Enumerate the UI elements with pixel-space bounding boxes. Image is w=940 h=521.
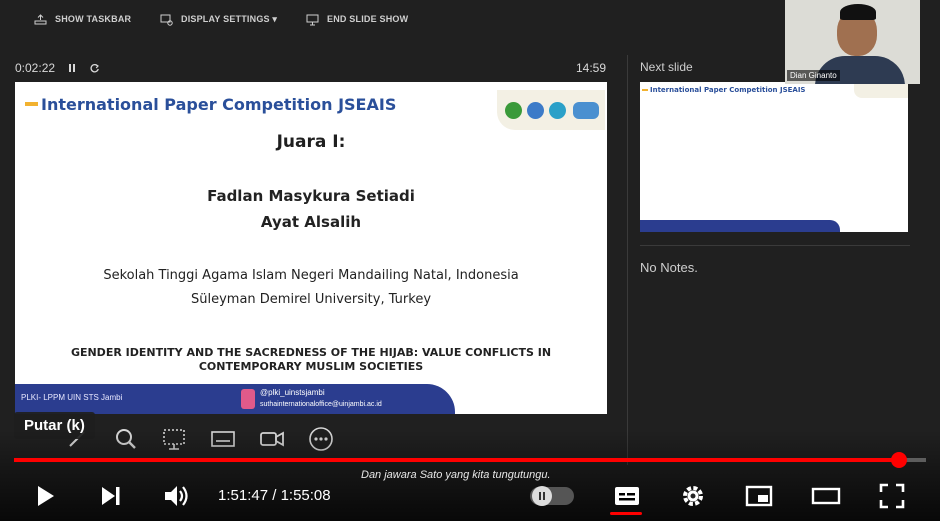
theater-mode-button[interactable] [808, 480, 844, 512]
gear-icon [683, 486, 703, 506]
pause-icon [539, 492, 545, 500]
pause-timer-icon[interactable] [67, 63, 77, 73]
end-show-icon [306, 14, 319, 25]
paper-title: GENDER IDENTITY AND THE SACREDNESS OF TH… [70, 346, 552, 373]
progress-bar[interactable] [14, 452, 926, 468]
end-slide-show-label: END SLIDE SHOW [327, 14, 409, 24]
notes-divider [640, 245, 910, 246]
sponsor-logos [497, 90, 605, 130]
speaker-notes: No Notes. [640, 260, 698, 275]
slide-title: International Paper Competition JSEAIS [41, 95, 397, 114]
instagram-icon [241, 389, 255, 409]
reset-timer-icon[interactable] [89, 63, 100, 74]
clock: 14:59 [576, 61, 607, 75]
next-video-button[interactable] [94, 480, 128, 512]
miniplayer-icon [745, 485, 773, 507]
institution: Süleyman Demirel University, Turkey [190, 292, 432, 307]
elapsed-time: 0:02:22 [15, 61, 56, 75]
duration: 1:55:08 [280, 487, 331, 504]
current-slide[interactable]: International Paper Competition JSEAIS J… [15, 82, 607, 414]
miniplayer-button[interactable] [742, 480, 776, 512]
footer-instagram: @plki_uinstsjambi [260, 388, 325, 397]
next-slide-label: Next slide [640, 60, 693, 74]
logo-icon [505, 102, 522, 119]
autoplay-toggle[interactable] [530, 486, 574, 506]
progress-scrubber[interactable] [890, 452, 907, 468]
settings-button[interactable] [676, 480, 710, 512]
person-cap [840, 4, 876, 20]
sponsor-logos [854, 82, 908, 98]
current-time: 1:51:47 [218, 487, 269, 504]
logo-icon [549, 102, 566, 119]
time-display: 1:51:47 / 1:55:08 [218, 487, 331, 504]
logo-icon [527, 102, 544, 119]
winner-name: Ayat Alsalih [260, 213, 362, 231]
closed-captions-icon [615, 487, 639, 505]
juara-heading: Juara I: [276, 132, 346, 152]
slide-timer: 0:02:22 [15, 61, 100, 75]
display-settings-label: DISPLAY SETTINGS ▾ [181, 13, 278, 24]
volume-icon [165, 486, 188, 506]
show-taskbar-label: SHOW TASKBAR [55, 14, 132, 24]
autoplay-knob [532, 486, 552, 506]
volume-button[interactable] [158, 480, 194, 512]
webcam-video[interactable]: Dian Ginanto [785, 0, 920, 84]
fullscreen-button[interactable] [874, 480, 910, 512]
closed-caption: Dan jawara Sato yang kita tungutungu. [361, 469, 551, 481]
participant-name: Dian Ginanto [787, 70, 840, 81]
play-icon [38, 486, 54, 506]
show-taskbar-button[interactable]: SHOW TASKBAR [34, 11, 131, 27]
subtitles-active-indicator [610, 512, 642, 515]
title-accent-bar [642, 89, 648, 91]
theater-icon [811, 487, 841, 505]
fullscreen-icon [879, 483, 905, 509]
skip-next-icon [102, 487, 120, 505]
title-accent-bar [25, 102, 38, 106]
institution: Sekolah Tinggi Agama Islam Negeri Mandai… [103, 268, 519, 283]
time-separator: / [268, 487, 281, 504]
slide-footer: PLKI- LPPM UIN STS Jambi @plki_uinstsjam… [15, 384, 607, 414]
panel-divider [627, 55, 628, 465]
footer-band [640, 220, 840, 232]
next-slide-title: International Paper Competition JSEAIS [650, 86, 806, 94]
play-button[interactable] [28, 480, 62, 512]
footer-email: suthainternationaloffice@uinjambi.ac.id [260, 401, 382, 408]
display-settings-button[interactable]: DISPLAY SETTINGS ▾ [160, 11, 277, 27]
next-slide-preview[interactable]: International Paper Competition JSEAIS [640, 82, 908, 232]
winner-name: Fadlan Masykura Setiadi [207, 187, 415, 205]
logo-icon [573, 102, 599, 119]
subtitles-button[interactable] [610, 480, 644, 512]
display-settings-icon [160, 14, 173, 26]
progress-played [14, 458, 899, 462]
end-slide-show-button[interactable]: END SLIDE SHOW [306, 11, 408, 27]
taskbar-icon [34, 13, 47, 24]
footer-org: PLKI- LPPM UIN STS Jambi [21, 393, 123, 402]
